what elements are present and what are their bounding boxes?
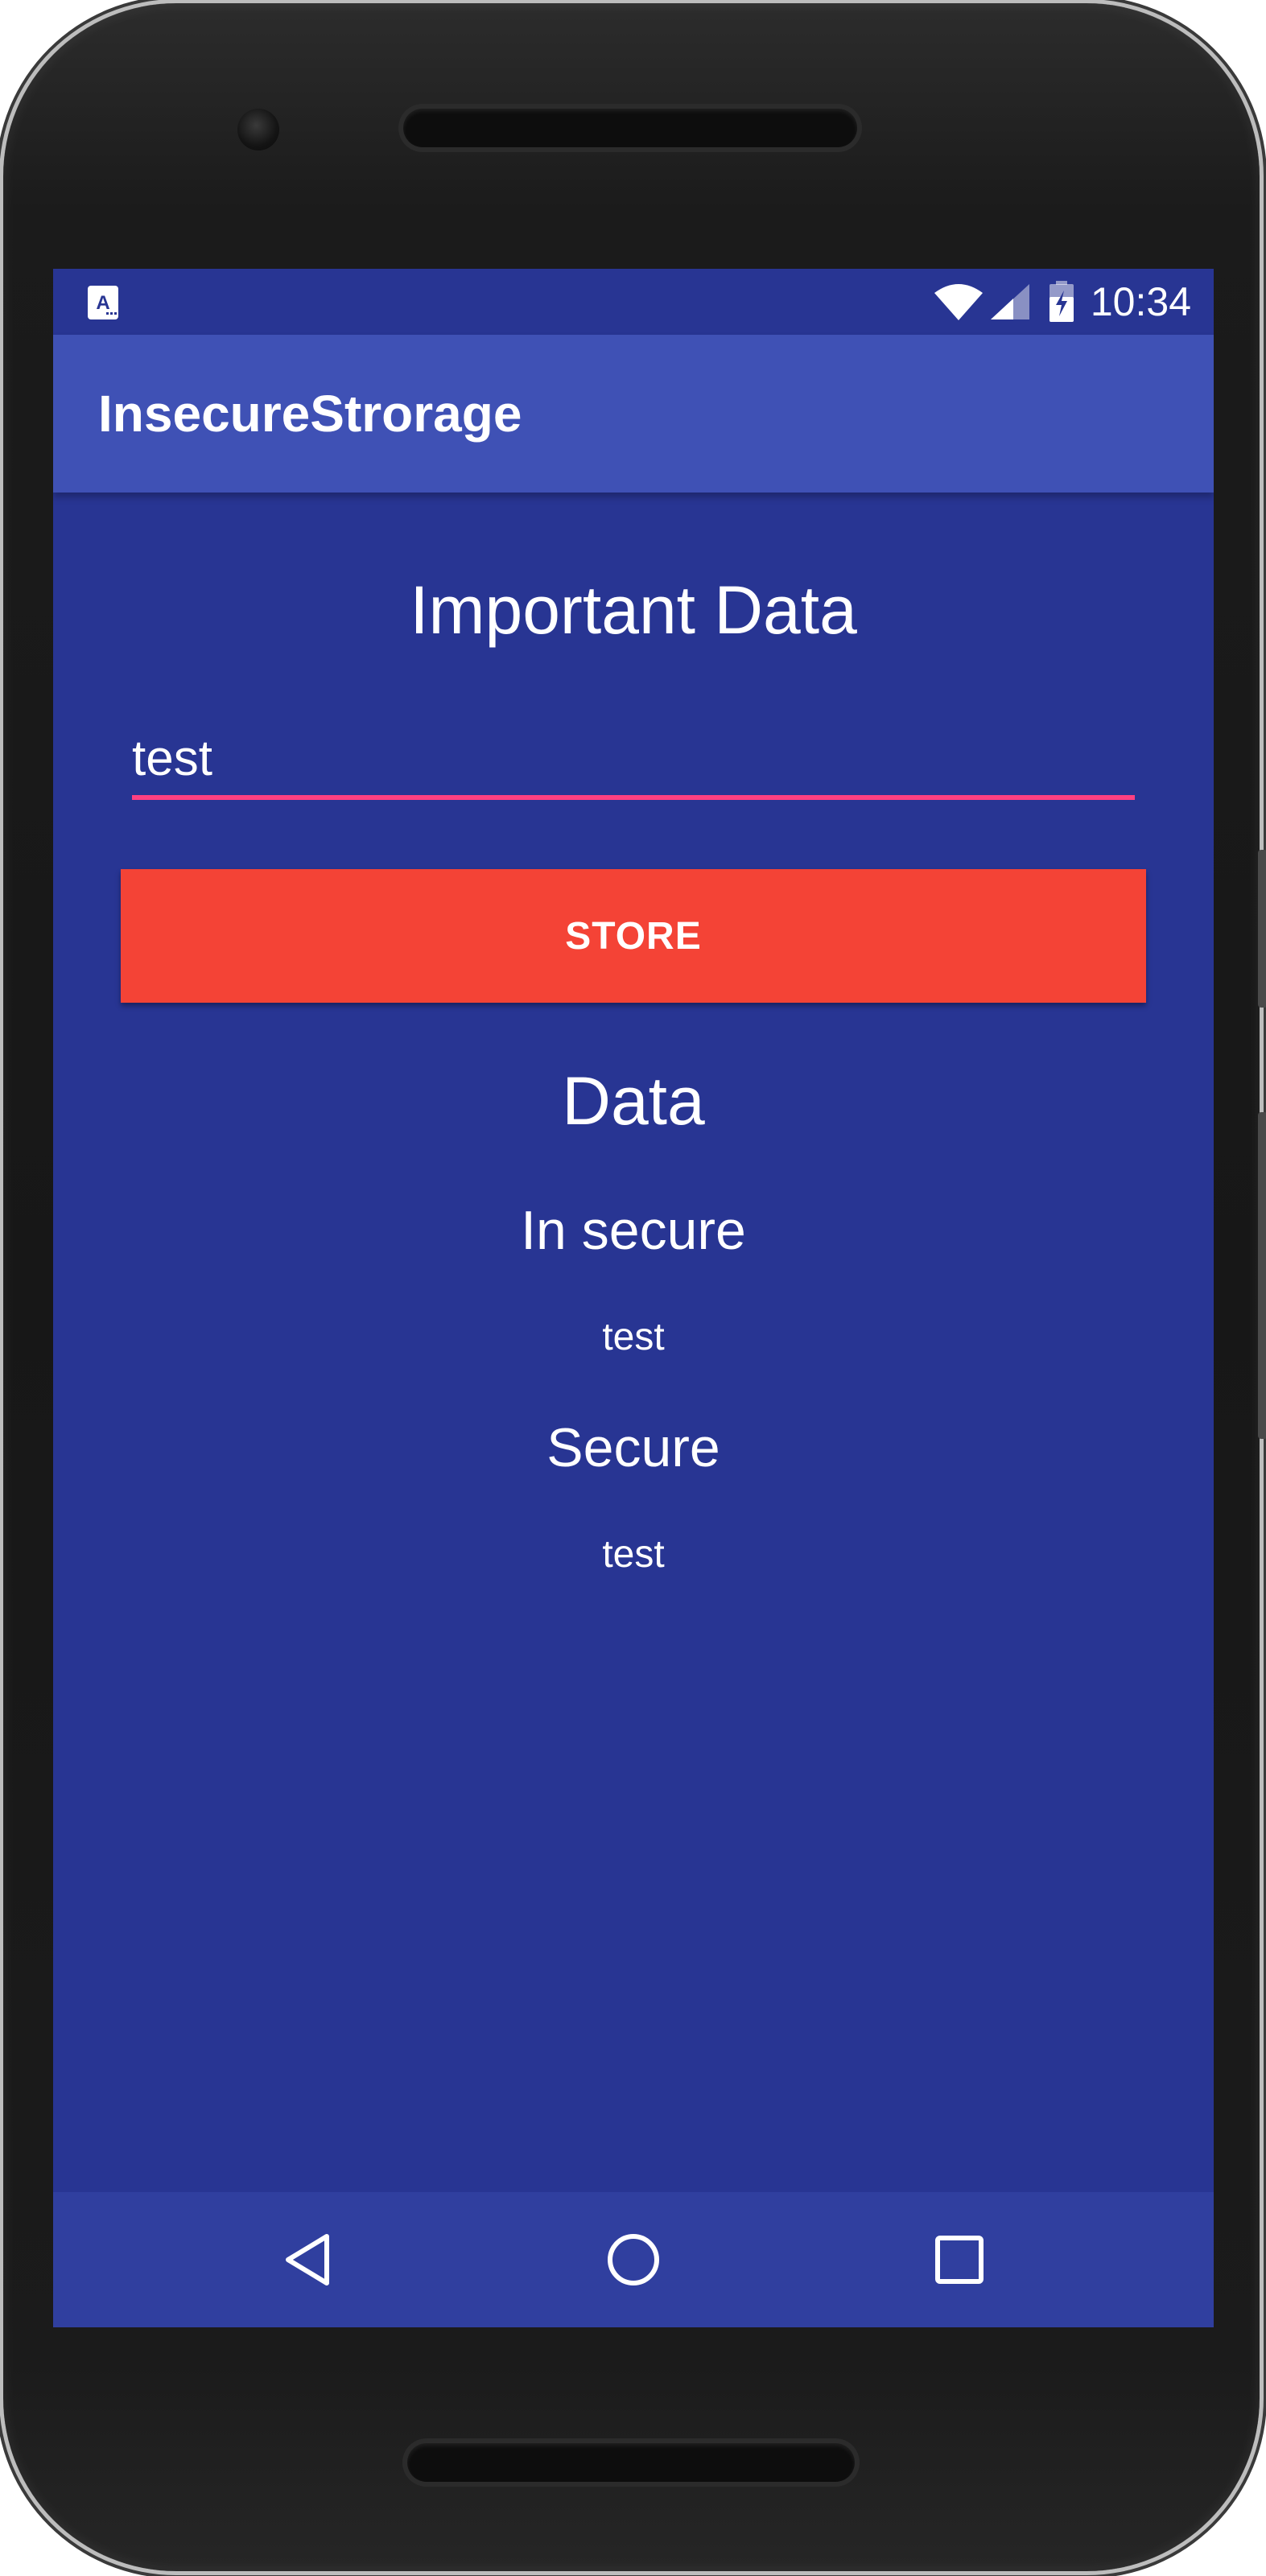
store-button[interactable]: STORE bbox=[121, 869, 1146, 1003]
power-button bbox=[1258, 850, 1266, 1008]
status-icons: 10:34 bbox=[933, 269, 1191, 335]
home-icon bbox=[608, 2234, 659, 2285]
secure-value: test bbox=[602, 1533, 665, 1576]
data-heading: Data bbox=[562, 1063, 705, 1139]
recents-icon bbox=[935, 2236, 984, 2284]
app-title: InsecureStrorage bbox=[98, 385, 522, 443]
data-input[interactable] bbox=[132, 721, 1135, 800]
battery-charging-icon bbox=[1049, 281, 1074, 322]
insecure-value: test bbox=[602, 1316, 665, 1358]
signal-icon bbox=[990, 284, 1029, 319]
status-bar: A 10:34 bbox=[53, 269, 1214, 335]
a-notification-icon: A bbox=[88, 286, 118, 319]
top-speaker-grille bbox=[403, 109, 857, 147]
back-button[interactable] bbox=[243, 2192, 372, 2327]
secure-label: Secure bbox=[546, 1417, 720, 1478]
screen: A 10:34 InsecureStrorage Important Data … bbox=[53, 269, 1214, 2327]
status-time: 10:34 bbox=[1090, 279, 1191, 324]
recents-button[interactable] bbox=[895, 2192, 1024, 2327]
home-button[interactable] bbox=[569, 2192, 698, 2327]
back-icon bbox=[286, 2234, 329, 2285]
wifi-icon bbox=[934, 284, 983, 320]
navigation-bar bbox=[53, 2192, 1214, 2327]
important-data-heading: Important Data bbox=[410, 572, 857, 648]
volume-button bbox=[1258, 1112, 1266, 1439]
bottom-speaker-grille bbox=[407, 2443, 855, 2482]
data-input-container bbox=[132, 721, 1135, 802]
phone-frame: A 10:34 InsecureStrorage Important Data … bbox=[3, 3, 1266, 2571]
insecure-label: In secure bbox=[521, 1200, 746, 1261]
svg-text:A: A bbox=[96, 292, 109, 314]
app-bar: InsecureStrorage bbox=[53, 335, 1214, 493]
front-camera bbox=[237, 109, 279, 150]
